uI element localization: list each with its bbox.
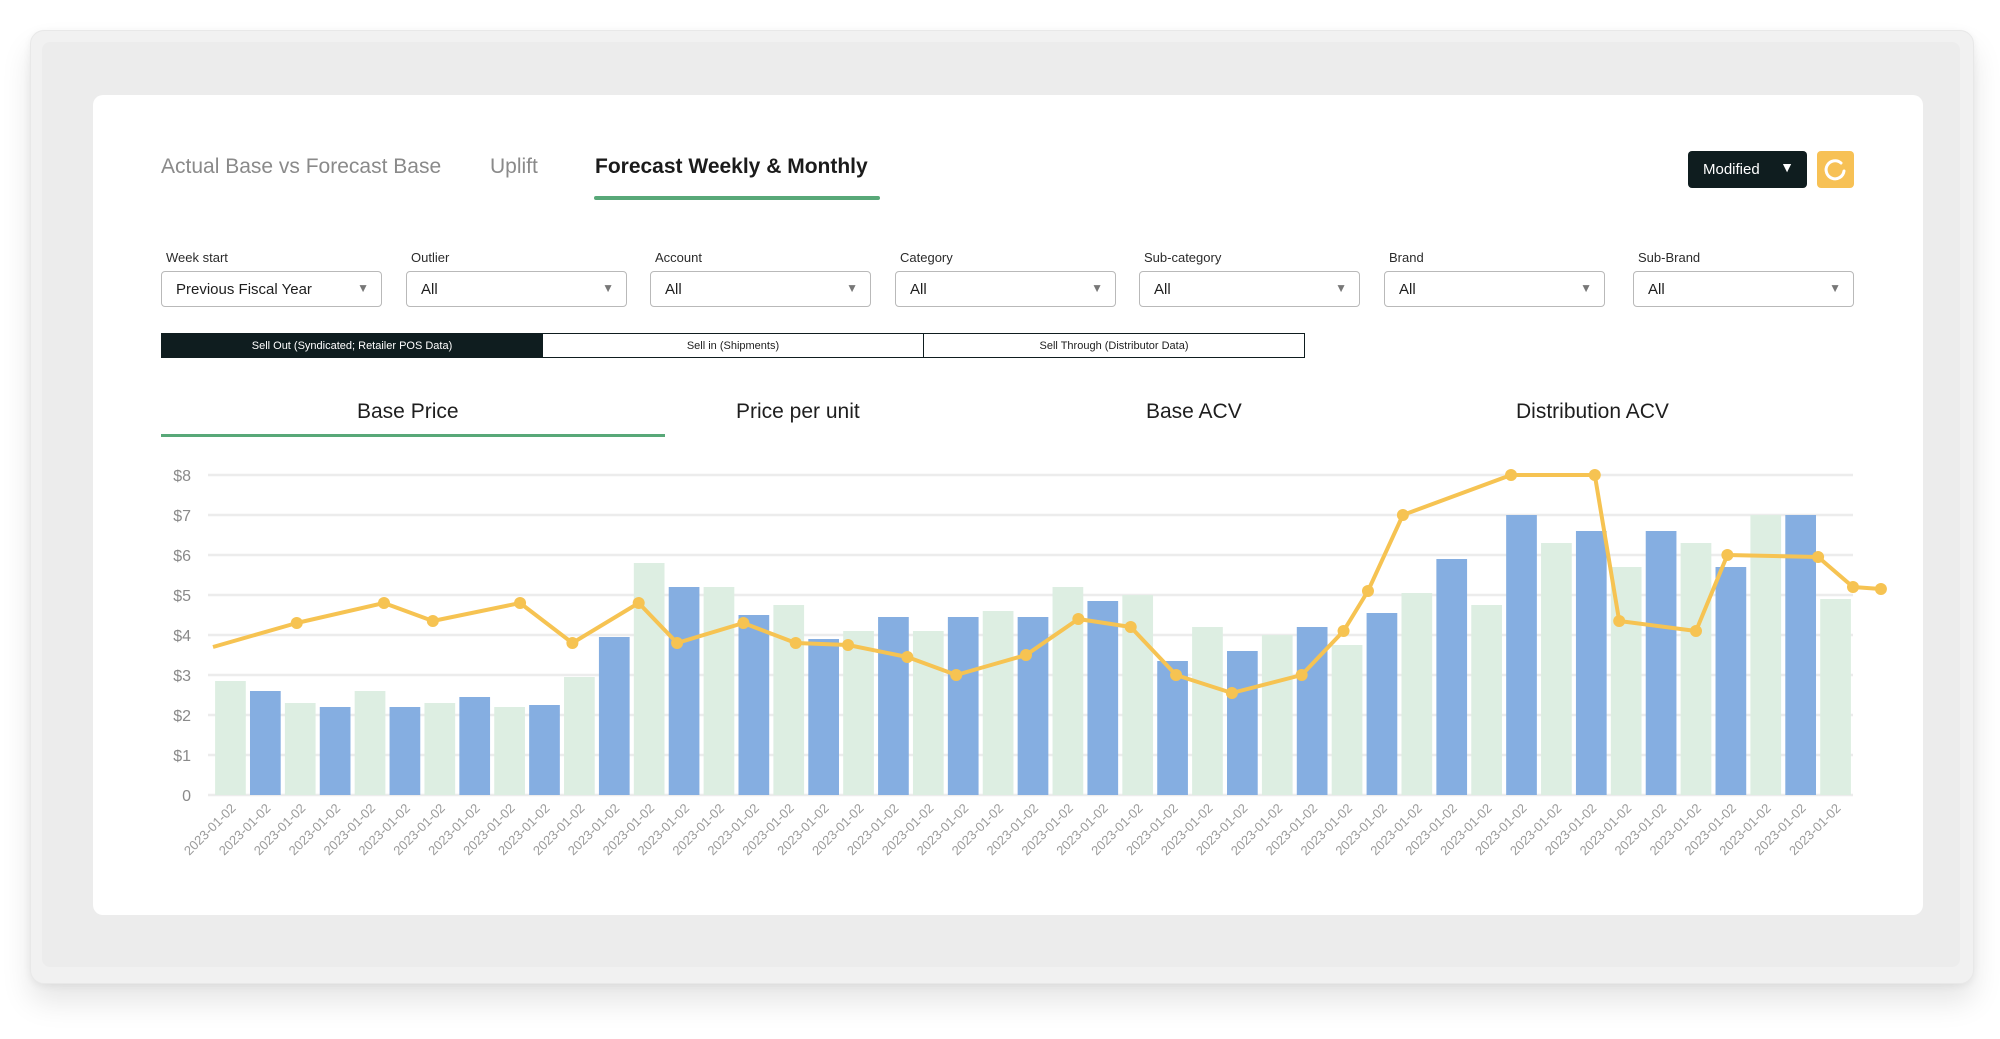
chart-bar [982,611,1014,795]
line-point [514,597,527,609]
chart-bar [564,677,595,795]
line-point [1874,583,1887,595]
y-tick-label: $6 [173,548,191,565]
y-tick-label: $3 [173,668,191,685]
y-tick-label: $8 [173,468,191,485]
chart-bar [1192,627,1223,795]
chart-bar [1541,543,1572,795]
y-tick-label: $1 [173,748,191,765]
line-point [1361,585,1374,597]
chart-bar [389,707,421,795]
line-point [1225,687,1238,699]
chart-bar [1715,567,1747,795]
chart-bar [1227,651,1258,795]
line-point [566,637,579,649]
chart-bar [284,703,316,795]
chart-bar [1436,559,1468,795]
chart-bar [1471,605,1502,795]
line-point [842,639,855,651]
line-point [1020,649,1033,661]
chart-bar [494,707,525,795]
line-point [950,669,963,681]
line-point [671,637,684,649]
chart-bar [1366,613,1398,795]
chart-bar [354,691,386,795]
line-point [1812,551,1825,563]
chart-bar [843,631,874,795]
chart-bar [249,691,281,795]
line-point [1170,669,1183,681]
chart-bar [738,615,770,795]
chart-bar [1506,515,1537,795]
line-point [1613,615,1626,627]
chart-bar [1645,531,1677,795]
y-tick-label: $4 [173,628,191,645]
chart-bar [319,707,351,795]
line-point [789,637,802,649]
line-point [1337,625,1350,637]
line-point [377,597,390,609]
y-tick-label: 0 [182,788,191,805]
line-point [1124,621,1137,633]
line-point [1588,469,1601,481]
dashboard-card: Actual Base vs Forecast Base Uplift Fore… [93,95,1923,915]
y-tick-label: $5 [173,588,191,605]
line-point [1689,625,1702,637]
chart-bar [878,617,909,795]
line-point [1847,581,1859,593]
line-point [1505,469,1518,481]
line-point [737,617,750,629]
chart-bar [1820,599,1851,795]
line-point [1072,613,1085,625]
chart-bar [1401,593,1433,795]
line-point [1295,669,1308,681]
chart-bar [1680,543,1712,795]
y-tick-label: $2 [173,708,191,725]
base-price-chart: 0$1$2$3$4$5$6$7$82023-01-022023-01-02202… [173,468,1887,858]
chart-bar [1157,661,1188,795]
chart-bar [215,681,246,795]
y-tick-label: $7 [173,508,191,525]
chart-bar [703,587,735,795]
line-point [1396,509,1409,521]
chart-bar [947,617,979,795]
chart-bar [808,639,839,795]
chart-bar [668,587,700,795]
chart-bar [424,703,456,795]
chart-bar [459,697,491,795]
chart-bar [1261,635,1293,795]
chart-bar [773,605,805,795]
chart-bar [1087,601,1119,795]
chart-bar [529,705,560,795]
line-point [1721,549,1734,561]
chart-bar [1575,531,1607,795]
chart-bar [598,637,630,795]
chart-bar [912,631,944,795]
line-point [632,597,645,609]
line-point [290,617,303,629]
line-point [901,651,914,663]
chart-bar [1331,645,1363,795]
line-point [426,615,439,627]
